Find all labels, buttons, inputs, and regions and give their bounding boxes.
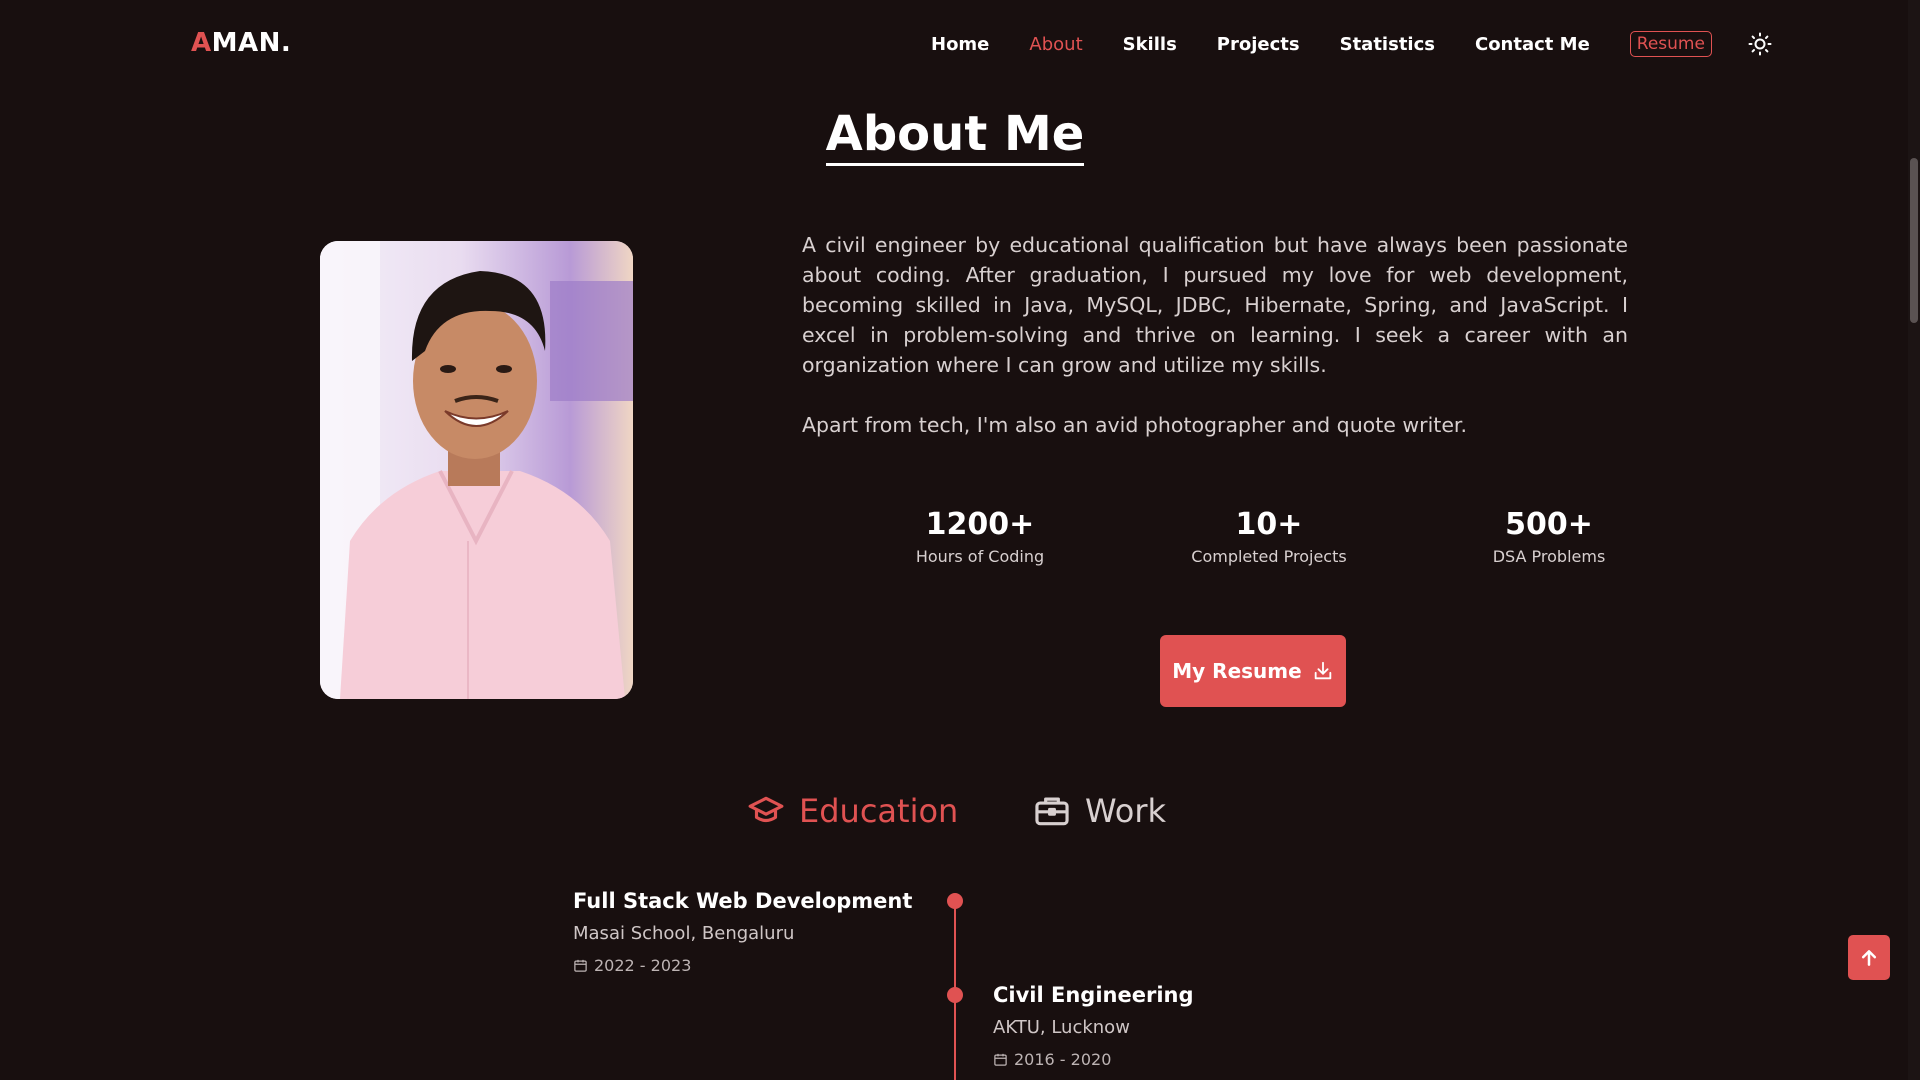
stat-value: 10+: [1235, 507, 1303, 542]
stat-coding-hours: 1200+ Hours of Coding: [860, 505, 1100, 566]
nav-projects[interactable]: Projects: [1217, 34, 1300, 55]
timeline-dot: [947, 987, 963, 1003]
my-resume-label: My Resume: [1172, 659, 1302, 683]
tab-work[interactable]: Work: [1033, 792, 1166, 830]
page-title: About Me: [0, 106, 1910, 166]
stat-label: Completed Projects: [1191, 547, 1347, 566]
nav-resume-button[interactable]: Resume: [1629, 31, 1712, 57]
scrollbar-thumb[interactable]: [1910, 158, 1918, 323]
tab-education-label: Education: [799, 792, 959, 830]
stats-row: 1200+ Hours of Coding 10+ Completed Proj…: [0, 505, 1920, 575]
entry-date: 2022 - 2023: [573, 956, 912, 975]
stat-label: DSA Problems: [1492, 547, 1606, 566]
logo-initial: A: [191, 28, 212, 58]
stat-projects: 10+ Completed Projects: [1149, 505, 1389, 566]
calendar-icon: [994, 1053, 1007, 1066]
stat-label: Hours of Coding: [915, 547, 1045, 566]
briefcase-icon: [1035, 797, 1069, 826]
tab-work-label: Work: [1085, 792, 1167, 830]
bio-paragraph: Apart from tech, I'm also an avid photog…: [802, 413, 1467, 437]
nav-about[interactable]: About: [1029, 34, 1082, 55]
timeline-entry: Civil Engineering AKTU, Lucknow 2016 - 2…: [993, 983, 1194, 1069]
profile-photo-illustration: [320, 241, 633, 699]
qualification-tabs: Education Work: [0, 792, 1920, 842]
nav-home[interactable]: Home: [931, 34, 989, 55]
logo-rest: MAN.: [211, 28, 292, 58]
tab-education[interactable]: Education: [747, 792, 958, 830]
bio-paragraph: A civil engineer by educational qualific…: [802, 233, 1628, 377]
entry-date: 2016 - 2020: [993, 1050, 1194, 1069]
my-resume-button[interactable]: My Resume: [1160, 635, 1346, 707]
scroll-to-top-button[interactable]: [1848, 935, 1890, 980]
timeline-dot: [947, 893, 963, 909]
download-icon: [1314, 661, 1331, 680]
site-logo[interactable]: AMAN.: [191, 28, 291, 58]
entry-title: Civil Engineering: [993, 983, 1194, 1007]
stat-value: 1200+: [925, 507, 1035, 542]
timeline-entry: Full Stack Web Development Masai School,…: [573, 889, 912, 975]
entry-place: AKTU, Lucknow: [993, 1017, 1130, 1038]
stat-value: 500+: [1505, 507, 1593, 542]
page-title-text: About Me: [825, 106, 1085, 166]
calendar-icon: [574, 959, 587, 972]
stat-dsa: 500+ DSA Problems: [1429, 505, 1669, 566]
graduation-cap-icon: [748, 796, 784, 823]
main-nav: Home About Skills Projects Statistics Co…: [931, 31, 1772, 57]
nav-contact[interactable]: Contact Me: [1475, 34, 1590, 55]
scrollbar-track[interactable]: [1908, 0, 1920, 1080]
entry-place: Masai School, Bengaluru: [573, 923, 795, 944]
entry-title: Full Stack Web Development: [573, 889, 913, 913]
nav-skills[interactable]: Skills: [1123, 34, 1177, 55]
about-bio: A civil engineer by educational qualific…: [802, 230, 1628, 470]
sun-icon[interactable]: [1748, 32, 1772, 56]
entry-date-text: 2016 - 2020: [1014, 1050, 1112, 1069]
nav-statistics[interactable]: Statistics: [1340, 34, 1435, 55]
arrow-up-icon: [1861, 949, 1877, 966]
entry-date-text: 2022 - 2023: [594, 956, 692, 975]
profile-photo: [320, 241, 633, 699]
